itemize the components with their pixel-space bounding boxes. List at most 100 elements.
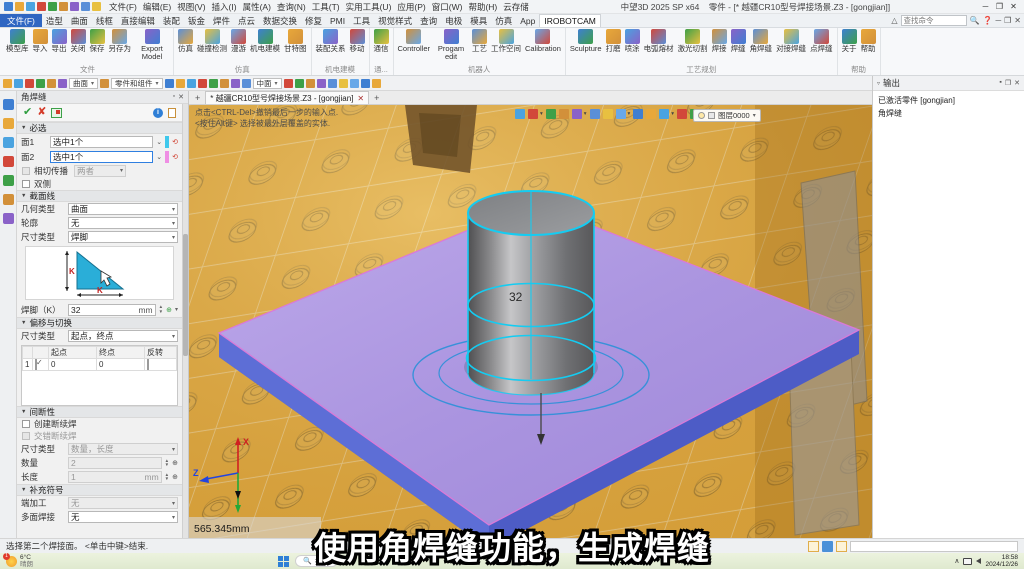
app-icon[interactable]	[4, 2, 13, 11]
shade-icon[interactable]	[546, 109, 556, 119]
ribbon-tab[interactable]: App	[516, 14, 539, 27]
status-input-field[interactable]	[850, 541, 1018, 552]
length-expression-icon[interactable]: ⊕	[172, 473, 178, 481]
ribbon-tab[interactable]: 查询	[416, 14, 441, 27]
tangent-dropdown[interactable]: 两者 ▾	[74, 165, 126, 177]
section-discontinuity[interactable]: ▼ 间断性	[17, 406, 182, 418]
dim-type-dropdown[interactable]: 焊脚 ▾	[68, 231, 178, 243]
menubar-item[interactable]: 实用工具(U)	[343, 1, 395, 13]
rotate-view-icon[interactable]	[616, 109, 626, 119]
quad-snap-icon[interactable]	[242, 79, 251, 88]
ribbon-tab[interactable]: 电极	[441, 14, 466, 27]
help-icon[interactable]: ❓	[982, 16, 992, 25]
ribbon-item[interactable]: Calibration	[523, 28, 563, 53]
flip-checkbox[interactable]	[147, 359, 149, 370]
section-supplementary[interactable]: ▼ 补充符号	[17, 484, 182, 496]
pick-remove-icon[interactable]	[25, 79, 34, 88]
section-offset[interactable]: ▼ 偏移与切换	[17, 317, 182, 329]
weld-leg-spinner[interactable]: ▲▼	[159, 305, 163, 314]
settings-icon[interactable]	[92, 2, 101, 11]
selection-filter-dropdown[interactable]: 曲面▾	[69, 78, 98, 89]
entity-filter-icon[interactable]	[100, 79, 109, 88]
pick-lasso-icon[interactable]	[47, 79, 56, 88]
ribbon-tab[interactable]: 焊件	[209, 14, 234, 27]
weather-widget[interactable]: 1 6°C 晴朗	[6, 554, 33, 568]
cylinder[interactable]	[464, 191, 598, 395]
output-close-icon[interactable]: ✕	[1014, 79, 1020, 87]
arc-icon[interactable]	[295, 79, 304, 88]
print-icon[interactable]	[70, 2, 79, 11]
undo-icon[interactable]	[515, 109, 525, 119]
panel-close-icon[interactable]: ✕	[178, 93, 184, 101]
grid-icon[interactable]	[176, 79, 185, 88]
menubar-item[interactable]: 插入(I)	[209, 1, 240, 13]
open-icon[interactable]	[26, 2, 35, 11]
ribbon-item[interactable]: 保存	[88, 28, 107, 53]
close-button[interactable]: ✕	[1007, 2, 1020, 11]
display-toggle-icon[interactable]	[822, 541, 833, 552]
menubar-item[interactable]: 编辑(E)	[140, 1, 174, 13]
scene-canvas[interactable]: 32 X Z	[189, 105, 872, 538]
ribbon-tab[interactable]: 数据交换	[259, 14, 301, 27]
taskbar-clock[interactable]: 18:58 2024/12/26	[985, 554, 1018, 569]
ribbon-tab[interactable]: 装配	[159, 14, 184, 27]
ribbon-item[interactable]: 打磨	[604, 28, 623, 53]
start-value[interactable]: 0	[49, 359, 97, 371]
manager-role-icon[interactable]	[3, 194, 14, 205]
section-required[interactable]: ▼ 必选	[17, 122, 182, 134]
pick-add-icon[interactable]	[14, 79, 23, 88]
ribbon-item[interactable]: 关于	[840, 28, 859, 53]
panel-dock-icon[interactable]: ▫	[173, 93, 175, 101]
qty-spinner[interactable]: ▲▼	[165, 459, 169, 468]
weld-leg-input[interactable]: 32 mm	[68, 304, 156, 316]
profile-dropdown[interactable]: 无 ▾	[68, 217, 178, 229]
ribbon-item[interactable]: 电弧熔材	[642, 28, 676, 53]
pick-scope-dropdown[interactable]: 零件和组件▾	[111, 78, 163, 89]
offset-dim-type-dropdown[interactable]: 起点，终点 ▾	[68, 330, 178, 342]
section-icon[interactable]	[646, 109, 656, 119]
ribbon-item[interactable]: 关闭	[69, 28, 88, 53]
tray-display-icon[interactable]	[963, 558, 972, 565]
face1-clear-icon[interactable]: ⟲	[172, 138, 178, 146]
expression-icon[interactable]: ⊕	[166, 306, 172, 314]
redo-icon[interactable]	[59, 2, 68, 11]
layer-selector[interactable]: 图层0000 ▾	[693, 109, 761, 122]
face2-input[interactable]: 选中1个	[50, 151, 153, 163]
input-toggle-icon[interactable]	[836, 541, 847, 552]
ribbon-item[interactable]: 漫游	[229, 28, 248, 53]
apply-button[interactable]	[51, 108, 62, 118]
pointer-icon[interactable]	[3, 79, 12, 88]
menubar-item[interactable]: 属性(A)	[240, 1, 274, 13]
pick-box-icon[interactable]	[36, 79, 45, 88]
background-icon[interactable]	[659, 109, 669, 119]
face2-expand-icon[interactable]: ⌄	[156, 153, 162, 161]
ribbon-item[interactable]: Export Model	[133, 28, 171, 61]
ribbon-item[interactable]: 甘特图	[282, 28, 309, 53]
ribbon-item[interactable]: 碰撞检测	[195, 28, 229, 53]
snap-icon[interactable]	[165, 79, 174, 88]
ribbon-item[interactable]: 角焊缝	[748, 28, 775, 53]
output-pin-icon[interactable]: ▪	[999, 79, 1001, 87]
wireframe-icon[interactable]	[559, 109, 569, 119]
offset-table-row[interactable]: 1 0 0	[23, 359, 177, 371]
zoom-window-icon[interactable]	[603, 109, 613, 119]
ribbon-item[interactable]: 机电建模	[248, 28, 282, 53]
new-tab-icon[interactable]: +	[193, 93, 202, 103]
length-input[interactable]: 1 mm	[68, 471, 162, 483]
ribbon-tab[interactable]: 模具	[466, 14, 491, 27]
face1-color-swatch[interactable]	[165, 136, 169, 148]
face2-clear-icon[interactable]: ⟲	[172, 153, 178, 161]
ribbon-item[interactable]: 另存为	[107, 28, 134, 53]
disc-create-checkbox[interactable]	[22, 420, 30, 428]
ortho-icon[interactable]	[187, 79, 196, 88]
minimize-button[interactable]: ─	[979, 2, 992, 11]
length-spinner[interactable]: ▲▼	[165, 473, 169, 482]
ribbon-item[interactable]: 工艺	[470, 28, 489, 53]
dim-icon[interactable]	[372, 79, 381, 88]
panel-scrollbar[interactable]	[182, 104, 188, 538]
ribbon-item[interactable]: 工作空间	[489, 28, 523, 53]
manager-view-icon[interactable]	[3, 156, 14, 167]
circle-icon[interactable]	[306, 79, 315, 88]
curve-icon[interactable]	[284, 79, 293, 88]
manager-library-icon[interactable]	[3, 213, 14, 224]
